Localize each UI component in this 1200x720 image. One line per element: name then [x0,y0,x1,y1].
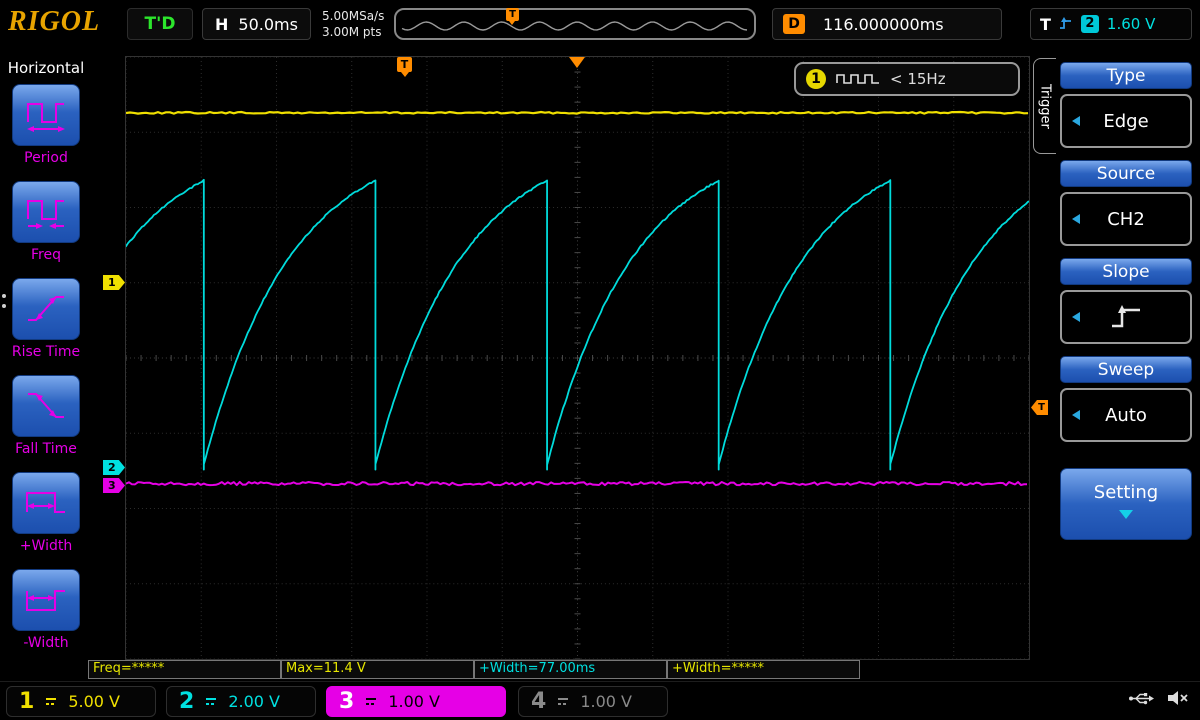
channel-status-bar: 1 5.00 V 2 2.00 V 3 1.00 V 4 1.00 V [0,681,1200,720]
horizontal-scale-readout: H 50.0ms [202,8,311,40]
acquisition-info: 5.00MSa/s 3.00M pts [322,8,384,40]
rise-time-icon [28,296,64,321]
slope-value-button[interactable] [1060,290,1192,344]
menu-scroll-indicator [2,294,6,308]
channel-4-status[interactable]: 4 1.00 V [518,686,668,717]
minus-width-icon [26,590,65,611]
type-value-button[interactable]: Edge [1060,94,1192,148]
sweep-header: Sweep [1060,356,1192,383]
waveform-overview-strip[interactable]: T [394,8,756,40]
trigger-label: T [1040,14,1051,34]
ch4-scale: 1.00 V [580,692,632,711]
ch4-number: 4 [531,689,547,714]
badge-channel: 1 [806,69,826,89]
h-value: 50.0ms [238,14,298,34]
oscilloscope-ui: RIGOL T'D H 50.0ms 5.00MSa/s 3.00M pts T… [0,0,1200,720]
sidebar-item-minus-width[interactable]: -Width [0,569,92,651]
fall-time-button[interactable] [12,375,80,437]
ch1-offset-marker[interactable]: 1 [103,275,125,290]
status-icons [1128,690,1190,706]
delay-readout: D 116.000000ms [772,8,1002,40]
channel-1-status[interactable]: 1 5.00 V [6,686,156,717]
memory-depth: 3.00M pts [322,25,382,40]
minus-width-button[interactable] [12,569,80,631]
sample-rate: 5.00MSa/s [322,9,385,23]
delay-value: 116.000000ms [823,14,944,34]
overview-wave [401,21,748,31]
ch1-scale: 5.00 V [68,692,120,711]
measurement-max: Max=11.4 V [281,660,474,679]
ch2-coupling-icon [206,698,217,705]
setting-label: Setting [1093,482,1159,503]
ch4-coupling-icon [558,698,569,705]
period-label: Period [24,150,68,166]
sidebar-item-freq[interactable]: Freq [0,181,92,263]
channel-2-status[interactable]: 2 2.00 V [166,686,316,717]
rigol-logo: RIGOL [8,6,101,37]
horizontal-position-marker[interactable] [569,57,585,76]
ch2-scale: 2.00 V [228,692,280,711]
setting-button[interactable]: Setting [1060,468,1192,540]
sidebar-item-fall-time[interactable]: Fall Time [0,375,92,457]
rising-edge-icon [1112,305,1140,328]
trigger-slope-icon [1059,17,1071,29]
setting-down-arrow-icon [1119,510,1133,526]
ch2-number: 2 [179,689,195,714]
pulse-train-icon [836,74,879,84]
trigger-readout: T 2 1.60 V [1030,8,1192,40]
measurement-freq: Freq=***** [88,660,281,679]
ch3-offset-marker[interactable]: 3 [103,478,125,493]
freq-icon [27,200,64,229]
ch1-number: 1 [19,689,35,714]
plus-width-label: +Width [19,538,73,554]
fall-time-icon [28,393,64,418]
trigger-channel-badge: 2 [1080,15,1099,33]
plus-width-icon [26,492,65,513]
slope-header: Slope [1060,258,1192,285]
source-header: Source [1060,160,1192,187]
measurement-pwidth: +Width=77.00ms [474,660,667,679]
fall-time-label: Fall Time [15,441,77,457]
freq-label: Freq [31,247,61,263]
trigger-frequency-badge: 1 < 15Hz [794,62,1020,96]
rise-time-button[interactable] [12,278,80,340]
sidebar-item-rise-time[interactable]: Rise Time [0,278,92,360]
measurement-pwidth2: +Width=***** [667,660,860,679]
trigger-time-marker[interactable]: T [397,57,412,77]
trigger-level-value: 1.60 V [1106,15,1156,33]
period-icon [27,103,65,132]
trigger-menu-tab: Trigger [1033,58,1056,154]
freq-button[interactable] [12,181,80,243]
display-area: T 1 < 15Hz [125,56,1030,660]
trigger-level-marker[interactable]: T [1031,400,1048,415]
ch2-offset-marker[interactable]: 2 [103,460,125,475]
period-button[interactable] [12,84,80,146]
ch3-scale: 1.00 V [388,692,440,711]
trigger-status-badge: T'D [127,8,193,40]
h-label: H [215,14,229,34]
ch3-coupling-icon [366,698,377,705]
delay-badge: D [783,14,805,34]
ch1-coupling-icon [46,698,57,705]
sidebar-title: Horizontal [7,59,85,77]
sweep-value-button[interactable]: Auto [1060,388,1192,442]
ch3-number: 3 [339,689,355,714]
sidebar-item-plus-width[interactable]: +Width [0,472,92,554]
channel-3-status-selected[interactable]: 3 1.00 V [326,686,506,717]
source-value-button[interactable]: CH2 [1060,192,1192,246]
plus-width-button[interactable] [12,472,80,534]
speaker-muted-icon[interactable] [1166,690,1190,706]
badge-frequency: < 15Hz [890,70,946,88]
usb-icon [1129,692,1154,704]
rise-time-label: Rise Time [11,344,81,360]
minus-width-label: -Width [23,635,69,651]
trigger-position-marker[interactable]: T [506,8,519,25]
waveform-traces [126,110,1029,487]
sidebar-item-period[interactable]: Period [0,84,92,166]
type-header: Type [1060,62,1192,89]
